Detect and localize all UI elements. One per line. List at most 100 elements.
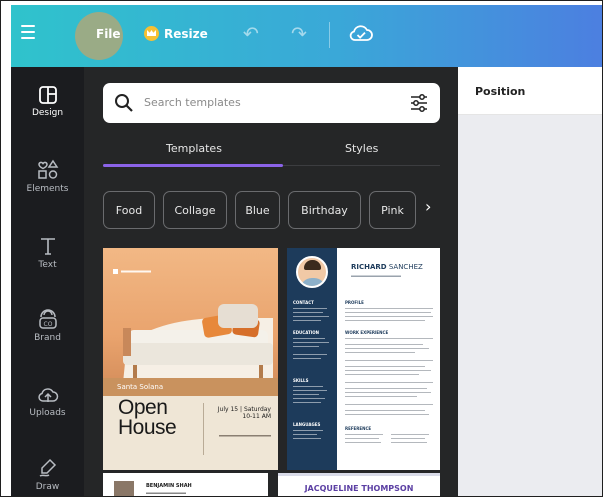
sidebar-item-draw[interactable]: Draw <box>11 457 84 492</box>
text-line <box>345 312 431 313</box>
resume-avatar <box>296 256 328 288</box>
template-location-label: Santa Solana <box>103 378 278 396</box>
sidebar-item-label: Draw <box>35 482 60 492</box>
text-line <box>345 308 433 309</box>
search-icon <box>115 94 133 112</box>
template-resume[interactable]: CONTACT EDUCATION SKILLS LANGUAGES RICHA… <box>287 248 440 470</box>
template-top-band <box>278 473 440 476</box>
template-card-benjamin[interactable]: BENJAMIN SHAH <box>103 473 268 496</box>
chip-blue[interactable]: Blue <box>235 191 280 229</box>
svg-text:CO: CO <box>43 321 52 328</box>
text-line <box>293 386 323 387</box>
chip-birthday[interactable]: Birthday <box>288 191 361 229</box>
text-line <box>293 354 327 355</box>
text-line <box>345 352 415 353</box>
design-icon <box>38 86 57 104</box>
chip-pink[interactable]: Pink <box>369 191 416 229</box>
text-line <box>345 392 431 393</box>
text-line <box>391 438 425 439</box>
tab-templates[interactable]: Templates <box>166 142 222 155</box>
left-sidebar: Design Elements Text CO Brand Uploads Dr… <box>11 67 84 496</box>
chevron-right-icon[interactable]: › <box>425 197 431 216</box>
text-line <box>345 374 419 375</box>
templates-panel: Templates Styles Food Collage Blue Birth… <box>84 67 458 496</box>
text-line <box>345 434 383 435</box>
resume-name: RICHARD SANCHEZ <box>351 263 423 271</box>
sidebar-item-text[interactable]: Text <box>11 235 84 270</box>
undo-icon[interactable]: ↶ <box>243 23 259 45</box>
text-line <box>345 442 381 443</box>
text-line <box>293 390 327 391</box>
text-line <box>345 410 425 411</box>
text-line <box>345 396 417 397</box>
tab-divider <box>283 165 440 166</box>
cloud-saved-icon[interactable] <box>348 23 374 47</box>
resize-button[interactable]: Resize <box>164 27 208 41</box>
text-line <box>293 346 319 347</box>
sidebar-item-brand[interactable]: CO Brand <box>11 308 84 343</box>
search-bar[interactable] <box>103 83 440 123</box>
text-line <box>293 320 321 321</box>
hamburger-menu-icon[interactable] <box>21 25 35 39</box>
template-name: BENJAMIN SHAH <box>146 483 192 489</box>
text-line <box>345 370 431 371</box>
text-line <box>345 366 425 367</box>
template-headline: Open House <box>118 396 177 438</box>
text-line <box>345 338 433 339</box>
app-window: File Resize ↶ ↷ Design Elements Text CO … <box>0 0 603 497</box>
text-line <box>293 430 323 431</box>
text-line <box>345 382 433 383</box>
position-button[interactable]: Position <box>475 85 525 98</box>
tab-styles[interactable]: Styles <box>345 142 378 155</box>
headline-line-1: Open <box>118 396 168 419</box>
sidebar-item-label: Text <box>38 260 57 270</box>
resume-heading: LANGUAGES <box>293 422 321 427</box>
design-canvas[interactable] <box>458 115 602 496</box>
resume-heading: SKILLS <box>293 378 309 383</box>
template-card-jacqueline[interactable]: JACQUELINE THOMPSON <box>278 473 440 496</box>
text-line <box>293 438 321 439</box>
resume-sidebar: CONTACT EDUCATION SKILLS LANGUAGES <box>287 248 337 470</box>
template-photo <box>103 248 278 396</box>
resume-heading: CONTACT <box>293 300 314 305</box>
crown-icon <box>144 26 159 41</box>
resume-heading: PROFILE <box>345 300 364 305</box>
template-subtitle-line <box>146 492 186 494</box>
sidebar-item-label: Uploads <box>29 408 66 418</box>
sidebar-item-elements[interactable]: Elements <box>11 159 84 194</box>
toolbar-divider <box>329 22 330 48</box>
template-date: July 15 | Saturday 10-11 AM <box>209 406 271 420</box>
chip-collage[interactable]: Collage <box>163 191 227 229</box>
resume-heading: WORK EXPERIENCE <box>345 330 389 335</box>
text-line <box>345 438 379 439</box>
date-line-2: 10-11 AM <box>242 413 271 420</box>
template-avatar <box>114 481 134 496</box>
template-open-house[interactable]: Santa Solana Open House July 15 | Saturd… <box>103 248 278 470</box>
search-input[interactable] <box>144 96 384 109</box>
fine-print <box>219 435 271 437</box>
text-line <box>345 316 433 317</box>
text-line <box>293 358 321 359</box>
chip-food[interactable]: Food <box>103 191 155 229</box>
top-toolbar: File Resize ↶ ↷ <box>11 5 602 67</box>
sidebar-item-label: Design <box>31 108 64 118</box>
properties-header: Position <box>458 67 602 115</box>
logo-placeholder <box>113 269 151 274</box>
template-divider <box>203 403 204 455</box>
sofa-illustration <box>123 304 273 383</box>
draw-icon <box>39 458 56 477</box>
uploads-icon <box>37 388 58 402</box>
sidebar-item-design[interactable]: Design <box>11 85 84 118</box>
filter-icon[interactable] <box>408 92 430 114</box>
text-line <box>293 394 319 395</box>
redo-icon[interactable]: ↷ <box>291 23 307 45</box>
text-line <box>345 348 429 349</box>
date-line-1: July 15 | Saturday <box>217 406 271 413</box>
text-line <box>345 414 429 415</box>
resume-heading: EDUCATION <box>293 330 319 335</box>
sidebar-item-uploads[interactable]: Uploads <box>11 385 84 418</box>
text-line <box>345 344 423 345</box>
file-menu-button[interactable]: File <box>96 27 121 41</box>
text-line <box>345 404 433 405</box>
text-line <box>391 434 429 435</box>
